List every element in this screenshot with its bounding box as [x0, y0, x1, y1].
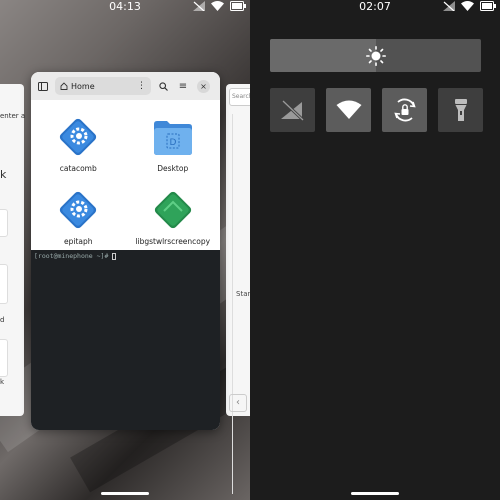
terminal-pane[interactable]: [root@minephone ~]# [31, 250, 220, 430]
home-indicator[interactable] [351, 492, 399, 495]
close-icon[interactable]: × [197, 79, 210, 93]
file-grid: catacomb D Desktop epitaph libgstwlrscre… [31, 106, 220, 252]
wifi-toggle[interactable] [326, 88, 371, 132]
wifi-status-icon [211, 1, 224, 11]
clock: 04:13 [109, 0, 141, 13]
brightness-icon [366, 46, 386, 66]
cellular-off-icon [443, 1, 455, 11]
divider [232, 114, 233, 494]
file-item[interactable]: epitaph [31, 179, 126, 252]
file-name: Desktop [157, 164, 189, 173]
status-bar: 04:13 [0, 0, 250, 14]
brightness-fill [270, 39, 376, 72]
wifi-icon [336, 100, 361, 119]
window-text-fragment: enter a [0, 112, 26, 120]
app-diamond-icon [154, 191, 191, 229]
flashlight-toggle[interactable] [438, 88, 483, 132]
file-item[interactable]: D Desktop [126, 106, 221, 179]
mobile-data-toggle[interactable] [270, 88, 315, 132]
battery-icon [480, 1, 496, 11]
search-icon[interactable] [155, 78, 171, 94]
app-gear-icon [60, 191, 97, 229]
window-text-fragment: Stan [236, 290, 250, 298]
wifi-status-icon [461, 1, 474, 11]
home-indicator[interactable] [101, 492, 149, 495]
location-label: Home [71, 81, 95, 91]
brightness-slider[interactable] [270, 39, 481, 72]
app-gear-icon [60, 118, 97, 156]
window-text-fragment: k [0, 378, 5, 386]
hamburger-menu-icon[interactable]: ≡ [175, 78, 191, 94]
window-tile [0, 339, 8, 377]
file-item[interactable]: catacomb [31, 106, 126, 179]
background-window-card[interactable]: Search Stan ‹ [226, 84, 250, 494]
right-phone-screen: 02:07 [250, 0, 500, 500]
file-name: epitaph [63, 237, 93, 246]
window-text-fragment: d [0, 316, 5, 324]
file-name: catacomb [59, 164, 97, 173]
location-bar[interactable]: Home ⋮ [55, 77, 151, 95]
mobile-data-off-icon [280, 99, 304, 121]
file-name: libgstwlrscreencopy [135, 237, 211, 246]
home-icon [60, 82, 68, 90]
terminal-cursor [112, 252, 117, 260]
window-text-fragment: k [0, 168, 7, 181]
sidebar-toggle-icon[interactable] [35, 78, 51, 94]
terminal-prompt: [root@minephone ~]# [34, 252, 113, 260]
svg-text:D: D [169, 138, 176, 148]
clock: 02:07 [359, 0, 391, 13]
status-bar: 02:07 [250, 0, 500, 14]
terminal-line: [root@minephone ~]# [31, 250, 220, 262]
window-tile [0, 264, 8, 304]
file-item[interactable]: libgstwlrscreencopy [126, 179, 221, 252]
cellular-off-icon [193, 1, 205, 11]
quick-settings-row [270, 88, 483, 132]
kebab-menu-icon[interactable]: ⋮ [137, 81, 146, 91]
folder-icon: D [153, 121, 192, 155]
flashlight-icon [454, 99, 467, 121]
rotation-lock-toggle[interactable] [382, 88, 427, 132]
left-phone-screen: 04:13 enter a k d k Search Stan ‹ Home [0, 0, 250, 500]
back-button[interactable]: ‹ [229, 394, 247, 412]
header-bar: Home ⋮ ≡ × [31, 72, 220, 100]
rotation-lock-icon [393, 98, 416, 122]
search-field[interactable]: Search [229, 88, 250, 106]
window-tile [0, 209, 8, 237]
battery-icon [230, 1, 246, 11]
background-window-card[interactable]: enter a k d k [0, 84, 26, 416]
file-manager-window[interactable]: Home ⋮ ≡ × catacomb D Desktop epitaph li… [31, 72, 220, 430]
